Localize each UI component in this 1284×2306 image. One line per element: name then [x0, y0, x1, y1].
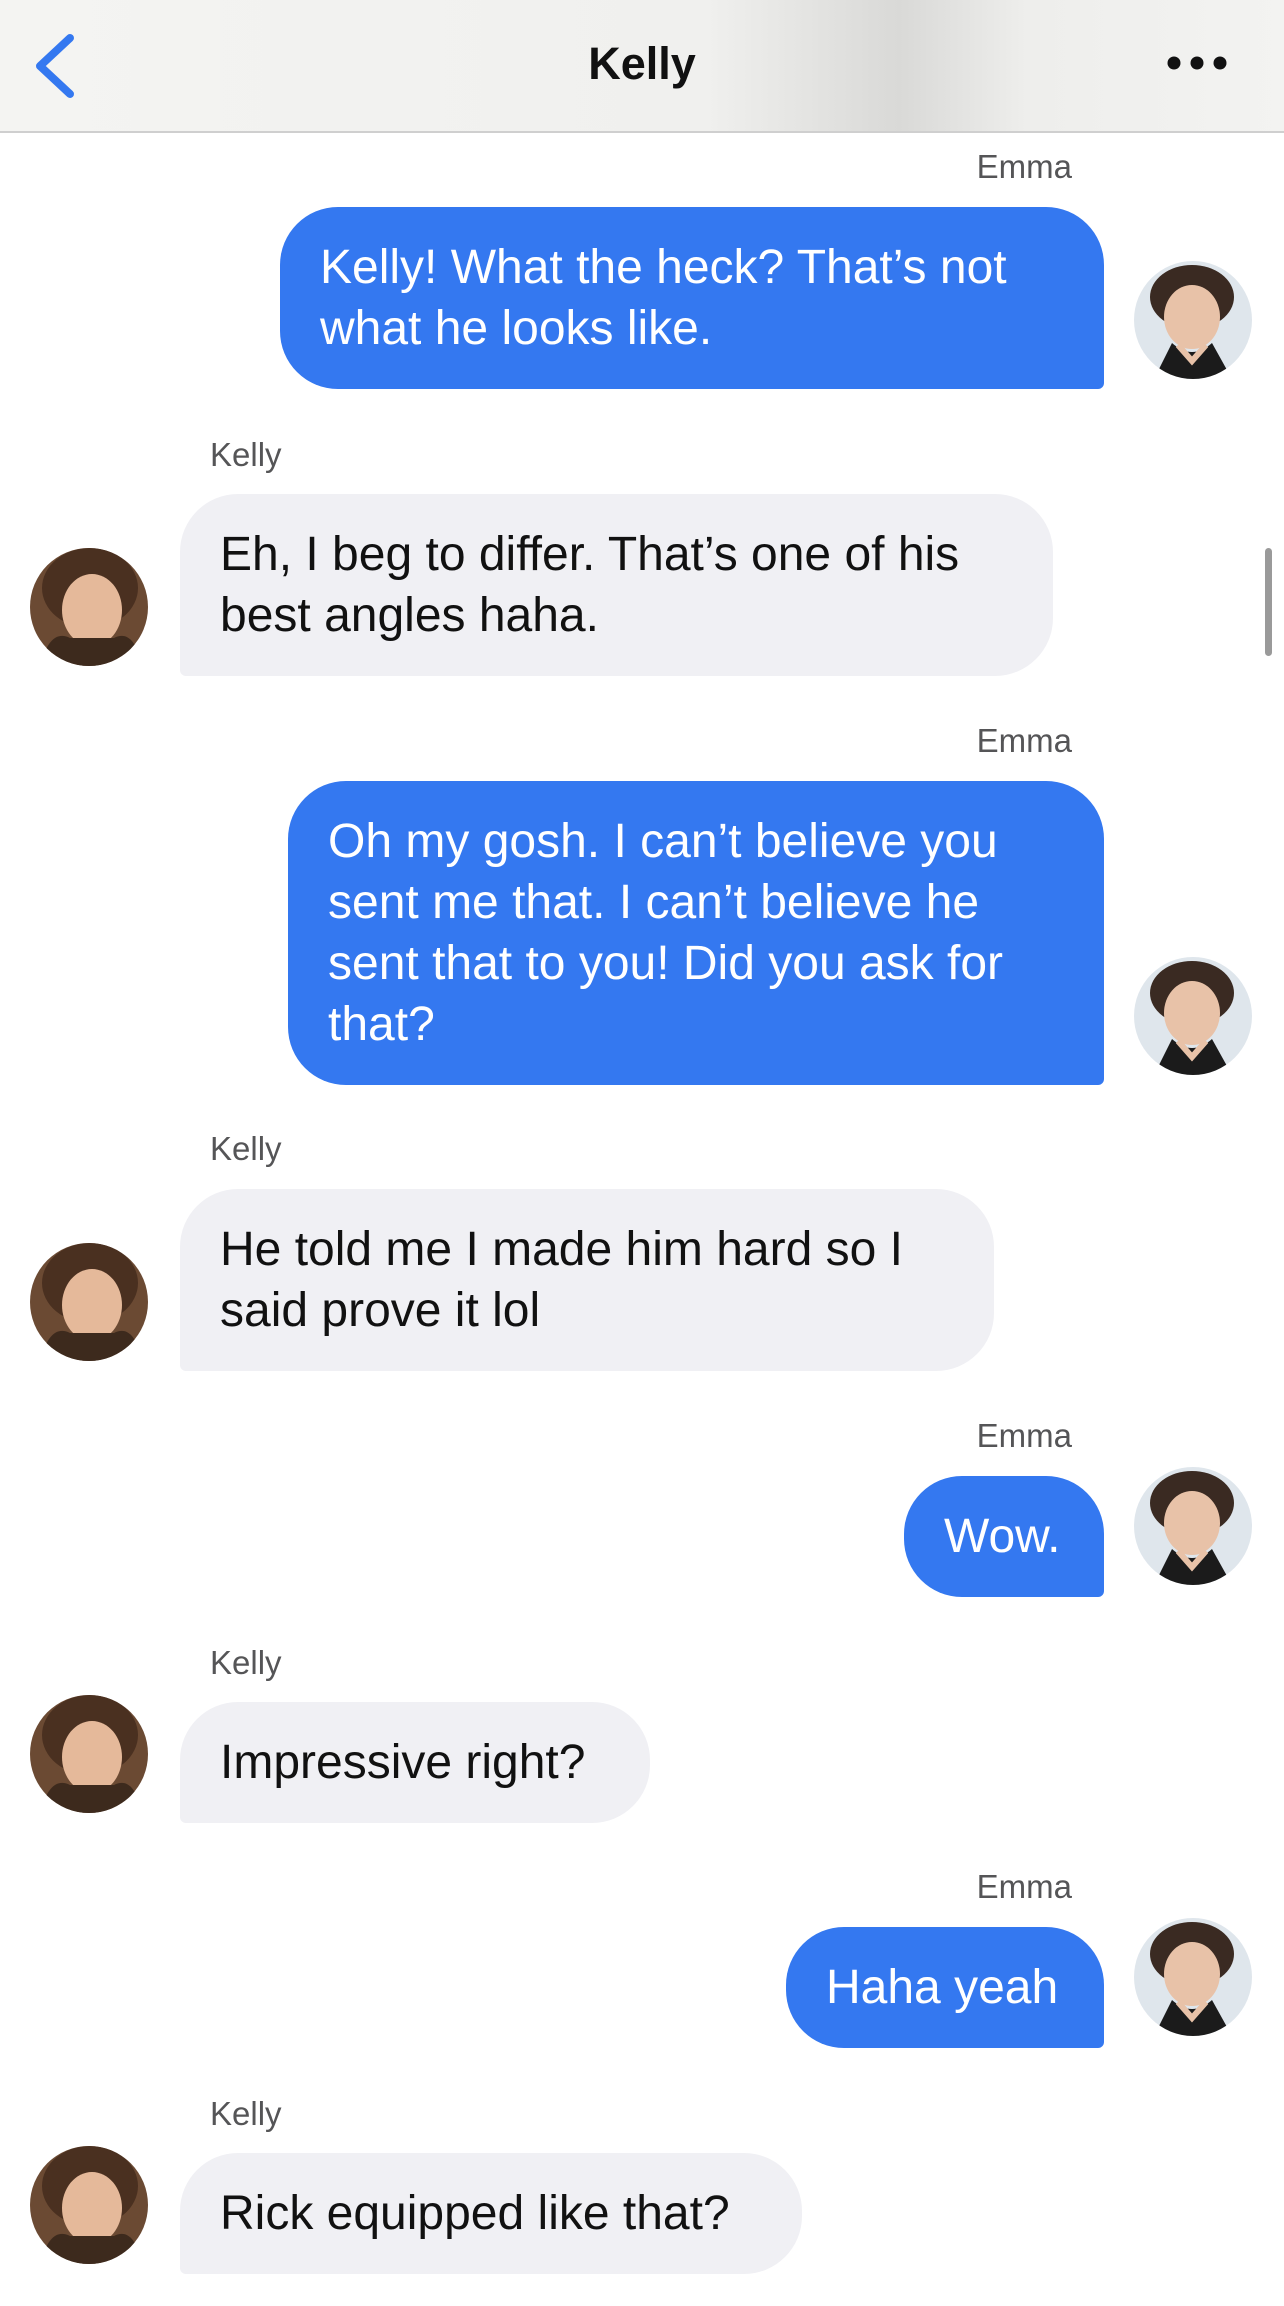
- message-bubble[interactable]: Haha yeah: [786, 1927, 1104, 2048]
- avatar-emma[interactable]: [1134, 1467, 1252, 1585]
- sender-name: Kelly: [210, 1644, 282, 1681]
- message-bubble[interactable]: He told me I made him hard so I said pro…: [180, 1189, 994, 1371]
- chat-title: Kelly: [588, 38, 696, 89]
- message-bubble[interactable]: Eh, I beg to differ. That’s one of his b…: [180, 494, 1053, 676]
- message-bubble[interactable]: Rick equipped like that?: [180, 2153, 802, 2274]
- sender-name: Emma: [976, 148, 1072, 185]
- sender-name: Kelly: [210, 436, 282, 473]
- more-options-button[interactable]: [1160, 40, 1234, 86]
- sender-name: Emma: [976, 1868, 1072, 1905]
- sender-name: Emma: [976, 722, 1072, 759]
- sender-name: Emma: [976, 1417, 1072, 1454]
- avatar-kelly[interactable]: [30, 1695, 148, 1813]
- sender-name: Kelly: [210, 1130, 282, 1167]
- scrollbar[interactable]: [1265, 548, 1272, 656]
- ellipsis-icon: [1167, 56, 1227, 70]
- message-bubble[interactable]: Impressive right?: [180, 1702, 650, 1823]
- message-bubble[interactable]: Oh my gosh. I can’t believe you sent me …: [288, 781, 1104, 1085]
- message-bubble[interactable]: Kelly! What the heck? That’s not what he…: [280, 207, 1104, 389]
- avatar-emma[interactable]: [1134, 957, 1252, 1075]
- sender-name: Kelly: [210, 2095, 282, 2132]
- message-bubble[interactable]: Wow.: [904, 1476, 1104, 1597]
- avatar-emma[interactable]: [1134, 1918, 1252, 2036]
- chat-header: Kelly: [0, 0, 1284, 133]
- avatar-kelly[interactable]: [30, 2146, 148, 2264]
- avatar-emma[interactable]: [1134, 261, 1252, 379]
- avatar-kelly[interactable]: [30, 1243, 148, 1361]
- avatar-kelly[interactable]: [30, 548, 148, 666]
